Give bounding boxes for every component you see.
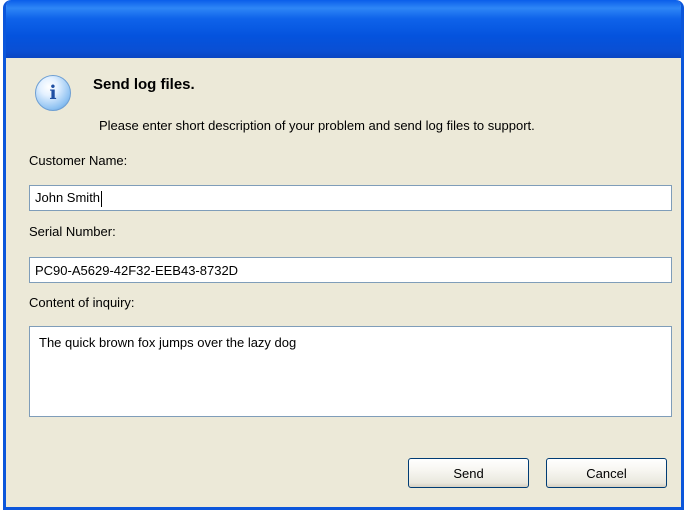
title-bar[interactable] xyxy=(6,0,681,58)
inquiry-label: Content of inquiry: xyxy=(29,295,135,310)
send-log-dialog: i Send log files. Please enter short des… xyxy=(3,0,684,510)
dialog-heading: Send log files. xyxy=(93,76,195,93)
info-icon: i xyxy=(35,75,71,111)
dialog-content: i Send log files. Please enter short des… xyxy=(6,58,681,507)
customer-name-value: John Smith xyxy=(35,190,101,205)
text-caret xyxy=(101,190,103,207)
cancel-button[interactable]: Cancel xyxy=(546,458,667,488)
dialog-description: Please enter short description of your p… xyxy=(99,118,535,133)
inquiry-textarea[interactable]: The quick brown fox jumps over the lazy … xyxy=(29,326,672,417)
serial-number-label: Serial Number: xyxy=(29,224,116,239)
customer-name-field[interactable]: John Smith xyxy=(29,185,672,211)
serial-number-field[interactable] xyxy=(29,257,672,283)
customer-name-label: Customer Name: xyxy=(29,153,128,168)
send-button[interactable]: Send xyxy=(408,458,529,488)
